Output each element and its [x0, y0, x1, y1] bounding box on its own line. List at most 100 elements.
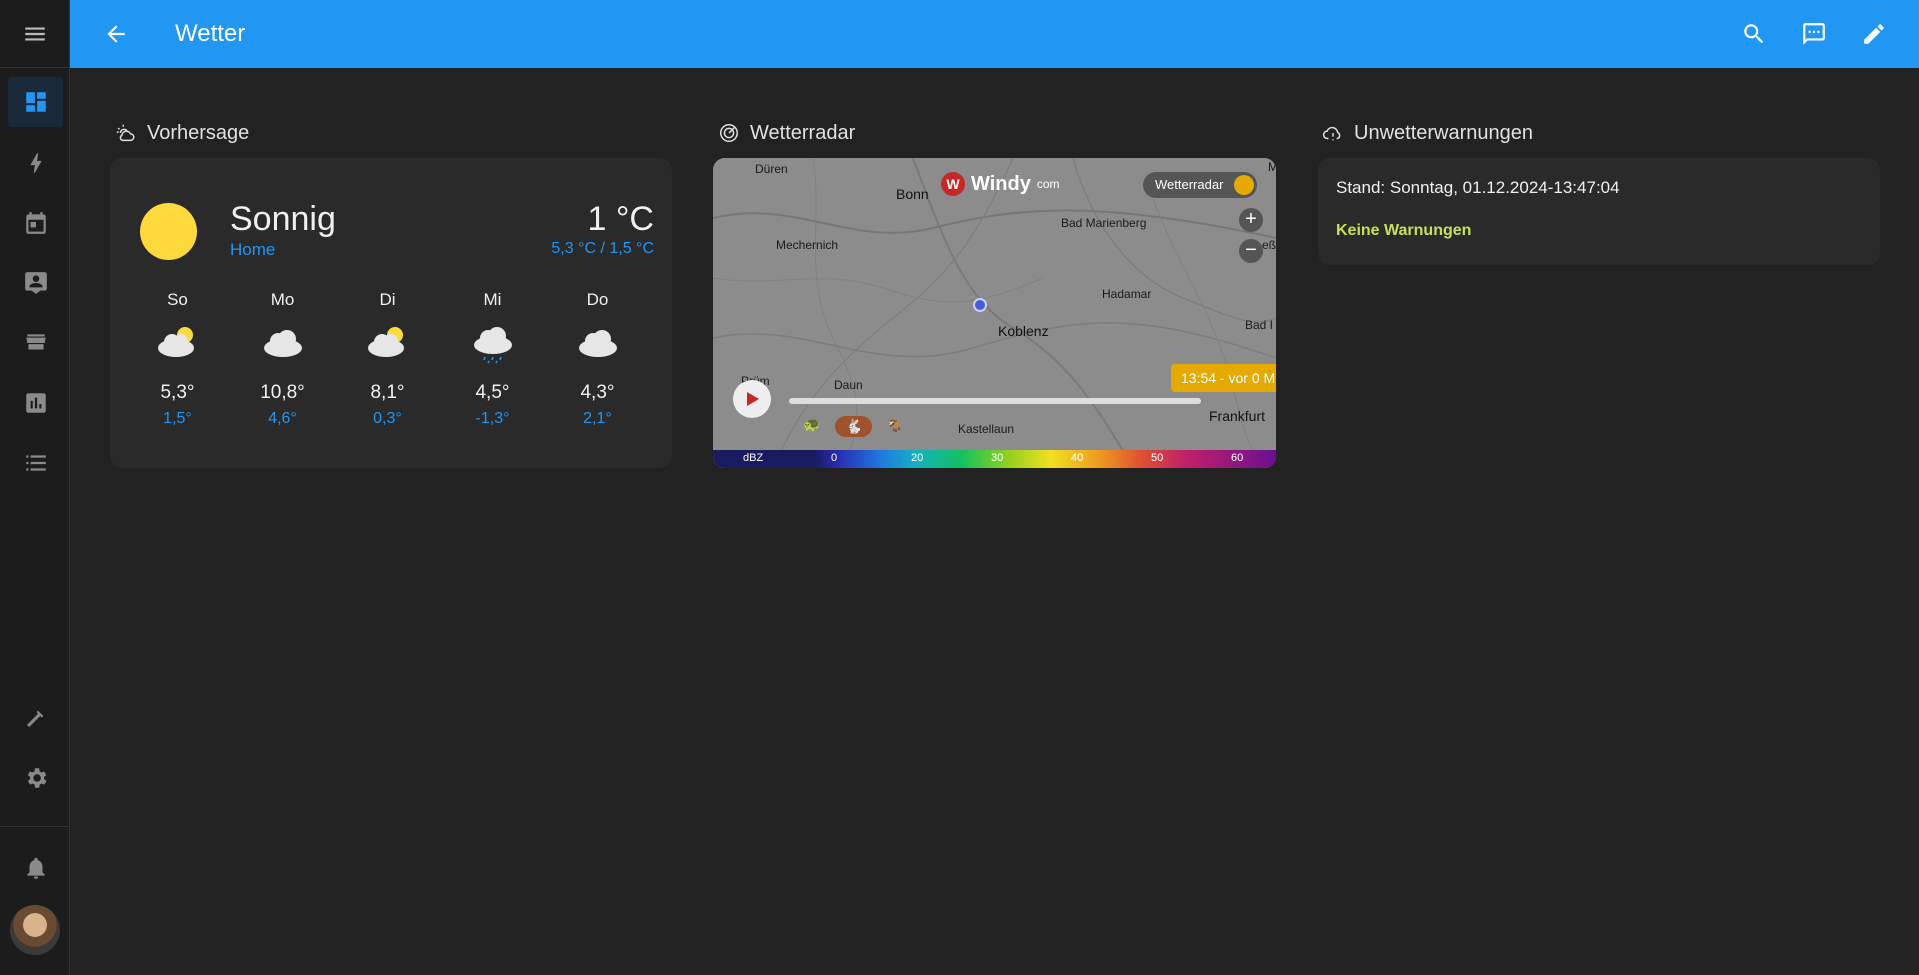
map-label: eß [1262, 238, 1276, 252]
legend-tick: 60 [1231, 452, 1244, 464]
hammer-icon [26, 710, 43, 727]
location-marker [973, 298, 987, 312]
forecast-title: Vorhersage [147, 121, 250, 144]
day-high: 10,8° [260, 382, 305, 403]
partly-cloudy-icon [157, 327, 194, 357]
radar-heading: Wetterradar [718, 118, 855, 148]
warnings-title: Unwetterwarnungen [1354, 121, 1533, 144]
day-low: 4,6° [268, 410, 297, 427]
contact-card-icon [24, 272, 47, 294]
forecast-day: Do 4,3° 2,1° [545, 290, 650, 428]
current-condition: Sonnig [230, 200, 336, 238]
map-label: Kastellaun [958, 422, 1015, 436]
map-label: Mechernich [776, 238, 839, 252]
pencil-icon [1864, 24, 1884, 44]
zoom-in-button[interactable]: + [1239, 208, 1263, 232]
windy-brand[interactable]: W Windy com [941, 172, 1060, 196]
current-temperature: 1 °C [587, 200, 654, 238]
warnings-status: Keine Warnungen [1336, 222, 1472, 239]
day-name: Do [586, 290, 609, 309]
store-icon [25, 334, 46, 350]
avatar[interactable] [10, 905, 60, 955]
day-high: 5,3° [160, 382, 195, 403]
weather-partly-cloudy-icon [116, 124, 135, 142]
sidebar-item-hacs[interactable] [8, 318, 63, 368]
timeline-slider[interactable] [789, 398, 1201, 404]
sidebar-item-todo[interactable] [8, 438, 63, 488]
location-label: Home [230, 240, 276, 259]
dashboard-icon [25, 92, 46, 112]
gear-icon [27, 768, 46, 788]
sidebar-item-developer-tools[interactable] [8, 693, 63, 743]
partly-cloudy-icon [367, 327, 404, 357]
forecast-day: Mi 4,5° -1,3° [440, 290, 545, 428]
sidebar [0, 0, 70, 975]
layer-selector[interactable]: Wetterradar [1143, 172, 1258, 198]
sidebar-item-calendar[interactable] [8, 198, 63, 248]
map-label: Koblenz [998, 323, 1049, 339]
radar-map[interactable]: Düren Bonn Bad Marienberg Mechernich Had… [713, 158, 1276, 468]
play-button[interactable] [733, 380, 771, 418]
calendar-icon [25, 212, 46, 234]
rainy-icon [473, 327, 512, 364]
legend-tick: 20 [911, 452, 924, 464]
menu-icon[interactable] [22, 21, 48, 47]
search-icon [1744, 24, 1764, 44]
page-title: Wetter [175, 20, 246, 47]
legend-tick: 50 [1151, 452, 1164, 464]
sidebar-item-overview[interactable] [8, 77, 63, 127]
day-low: -1,3° [475, 410, 510, 427]
forecast-day: Mo 10,8° 4,6° [230, 290, 335, 428]
cloudy-icon [263, 330, 302, 357]
speed-medium-icon[interactable]: 🐇 [835, 416, 873, 437]
speed-slow-icon[interactable]: 🐢 [803, 416, 820, 433]
back-button[interactable] [100, 18, 132, 50]
day-low: 2,1° [583, 410, 612, 427]
layer-label: Wetterradar [1155, 177, 1224, 192]
day-low: 1,5° [163, 410, 192, 427]
bell-icon [26, 857, 45, 879]
radar-legend: dBZ 0 20 30 40 50 60 [713, 450, 1276, 468]
day-name: So [167, 290, 188, 309]
windy-logo-icon: W [941, 172, 965, 196]
cloudy-icon [578, 330, 617, 357]
zoom-out-button[interactable]: − [1239, 239, 1263, 263]
sidebar-item-notifications[interactable] [8, 843, 63, 893]
map-label: Düren [755, 162, 788, 176]
speed-fast-icon[interactable]: 🐐 [886, 416, 903, 433]
map-label: M [1268, 160, 1276, 174]
time-label: 13:54 - vor 0 M [1171, 364, 1276, 392]
forecast-card[interactable]: Sonnig Home 1 °C 5,3 °C / 1,5 °C So 5,3°… [110, 158, 672, 468]
legend-tick: 40 [1071, 452, 1084, 464]
sidebar-item-settings[interactable] [8, 753, 63, 803]
map-label: Daun [834, 378, 863, 392]
forecast-day: Di 8,1° 0,3° [335, 290, 440, 428]
top-app-bar: Wetter [70, 0, 1919, 68]
sidebar-item-contacts[interactable] [8, 258, 63, 308]
chart-box-icon [25, 393, 46, 413]
day-name: Mi [483, 290, 502, 309]
warnings-card[interactable]: Stand: Sonntag, 01.12.2024-13:47:04 Kein… [1318, 158, 1880, 265]
radar-icon [720, 124, 738, 142]
map-label: Bad I [1245, 318, 1274, 332]
windy-brand-label: Windy [971, 172, 1031, 195]
map-label: Hadamar [1102, 287, 1152, 301]
edit-button[interactable] [1856, 16, 1892, 52]
assist-button[interactable] [1796, 16, 1832, 52]
map-label: Bad Marienberg [1061, 216, 1147, 230]
radar-title: Wetterradar [750, 121, 856, 144]
arrow-left-icon [107, 25, 125, 43]
day-name: Di [379, 290, 396, 309]
day-high: 8,1° [370, 382, 405, 403]
daily-forecast: So 5,3° 1,5° Mo 10,8° 4,6° Di 8,1° 0,3° … [125, 290, 650, 428]
sidebar-divider [0, 826, 70, 827]
sidebar-item-history[interactable] [8, 378, 63, 428]
day-name: Mo [270, 290, 295, 309]
warnings-timestamp: Stand: Sonntag, 01.12.2024-13:47:04 [1336, 178, 1620, 197]
forecast-day: So 5,3° 1,5° [125, 290, 230, 428]
day-low: 0,3° [373, 410, 402, 427]
search-button[interactable] [1736, 16, 1772, 52]
sidebar-header [0, 0, 69, 68]
lightning-icon [30, 153, 41, 173]
sidebar-item-energy[interactable] [8, 138, 63, 188]
